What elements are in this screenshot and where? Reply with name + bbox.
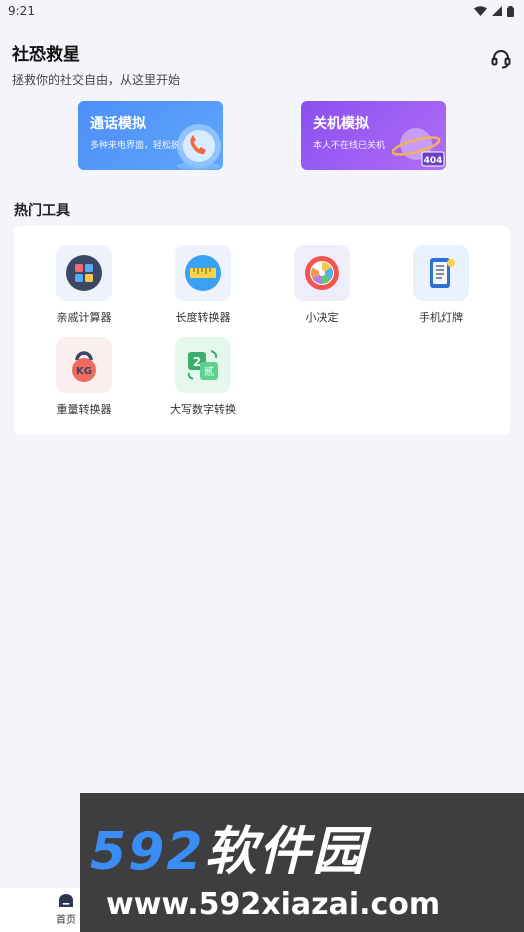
tool-uppercase-number-converter[interactable]: 2 贰 大写数字转换 [148,337,258,417]
planet-404-icon: 404 [392,128,445,167]
ruler-icon [185,255,221,291]
phone-light-sign-icon [430,258,455,288]
calculator-icon [66,255,102,291]
kettlebell-icon: KG [72,351,96,382]
shutdown-simulation-card[interactable]: 关机模拟 本人不在线已关机 404 [301,101,446,170]
tool-icon-bg [294,245,350,301]
tool-small-decision[interactable]: 小决定 [267,245,377,325]
tool-icon-bg: KG [56,337,112,393]
svg-text:2: 2 [193,355,201,369]
svg-text:KG: KG [76,366,92,377]
tool-label: 长度转换器 [175,311,231,324]
wifi-icon [474,6,487,16]
tool-weight-converter[interactable]: KG 重量转换器 [29,337,139,417]
tool-relative-calculator[interactable]: 亲戚计算器 [29,245,139,325]
watermark-brand: 592软件园 [90,809,514,884]
spinner-wheel-icon [305,256,339,290]
status-bar: 9:21 [0,0,524,22]
tools-panel: 亲戚计算器 长度转换器 小决定 手机灯牌 KG 重量转换器 2 贰 大写数字转换 [14,226,510,435]
status-time: 9:21 [8,4,35,18]
signal-icon [492,6,502,16]
watermark-brand-text: 软件园 [204,822,367,882]
watermark-number: 592 [90,822,205,882]
tool-icon-bg: 2 贰 [175,337,231,393]
tool-icon-bg [413,245,469,301]
hot-tools-title: 热门工具 [14,203,70,219]
app-subtitle: 拯救你的社交自由，从这里开始 [12,73,181,87]
tool-label: 手机灯牌 [419,311,463,324]
headset-icon [491,50,511,69]
tool-label: 重量转换器 [56,403,112,416]
tool-icon-bg [56,245,112,301]
status-icons [474,5,514,17]
customer-service-button[interactable] [490,48,512,70]
tool-label: 亲戚计算器 [56,311,112,324]
tool-label: 大写数字转换 [170,403,236,416]
app-title: 社恐救星 [12,45,80,65]
tool-length-converter[interactable]: 长度转换器 [148,245,258,325]
tool-label: 小决定 [305,311,339,324]
battery-icon [507,5,514,17]
nav-home-label: 首页 [56,915,76,926]
tool-icon-bg [175,245,231,301]
watermark-overlay: 592软件园 www.592xiazai.com [80,793,524,932]
header: 社恐救星 拯救你的社交自由，从这里开始 [12,40,512,88]
tool-phone-light-sign[interactable]: 手机灯牌 [386,245,496,325]
call-simulation-card[interactable]: 通话模拟 多种来电界面，轻松脱身 [78,101,223,170]
home-icon [59,894,73,907]
watermark-url: www.592xiazai.com [106,887,441,922]
number-convert-icon: 2 贰 [187,350,218,380]
svg-text:404: 404 [424,156,443,166]
svg-text:贰: 贰 [204,365,214,378]
phone-bubble-icon [177,124,221,170]
